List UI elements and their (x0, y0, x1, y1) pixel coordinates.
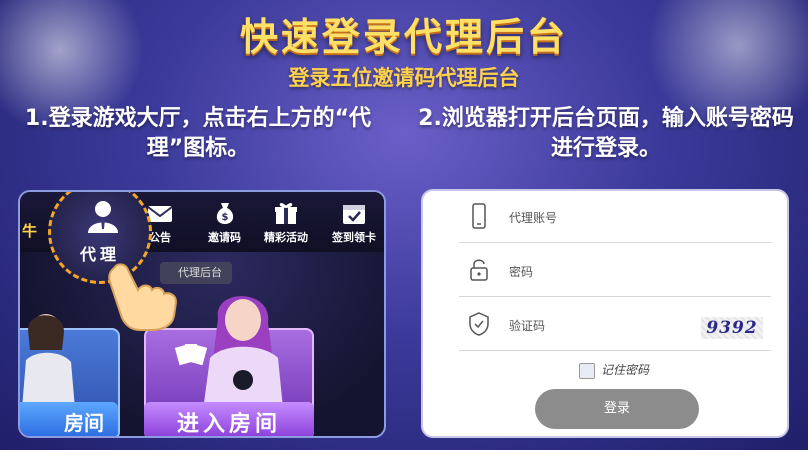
page-title: 快速登录代理后台 (239, 15, 568, 59)
checkin-menu-item[interactable]: 签到领卡 (332, 200, 376, 245)
events-menu-item[interactable]: 精彩活动 (264, 200, 308, 245)
captcha-field[interactable]: 验证码 9392 (459, 299, 771, 351)
login-button[interactable]: 登录 (535, 389, 699, 429)
lobby-edge-text: 牛 (22, 222, 38, 240)
agent-user-icon (88, 201, 118, 233)
calendar-check-icon (343, 205, 365, 224)
page-subtitle: 登录五位邀请码代理后台 (288, 66, 520, 90)
password-field[interactable]: 密码 (459, 245, 771, 297)
svg-text:$: $ (221, 212, 228, 223)
account-placeholder: 代理账号 (509, 211, 558, 225)
step-one-instruction: 1.登录游戏大厅，点击右上方的“代理”图标。 (24, 106, 372, 161)
lock-icon (470, 259, 488, 281)
account-field[interactable]: 代理账号 (459, 191, 771, 243)
step-two-instruction: 2.浏览器打开后台页面，输入账号密码进行登录。 (418, 106, 794, 161)
shield-check-icon (469, 312, 489, 336)
captcha-placeholder: 验证码 (509, 319, 546, 333)
enter-room-left-button[interactable]: 房间 (20, 402, 118, 436)
remember-password[interactable]: 记住密码 (579, 361, 649, 379)
captcha-image[interactable]: 9392 (701, 317, 763, 339)
game-lobby-preview: 牛 公告 $ 邀请码 精彩活动 签到领卡 代理后台 房间 进入房间 代理 (18, 190, 386, 438)
invite-code-menu-item[interactable]: $ 邀请码 (208, 200, 241, 245)
playing-cards-icon (174, 344, 208, 366)
pointing-hand-icon (108, 263, 178, 331)
password-placeholder: 密码 (509, 265, 534, 279)
enter-room-right-button[interactable]: 进入房间 (144, 402, 314, 436)
gift-icon (275, 203, 297, 224)
phone-icon (472, 203, 486, 229)
remember-checkbox[interactable] (579, 362, 595, 379)
login-form: 代理账号 密码 验证码 9392 记住密码 登录 (421, 189, 789, 438)
money-bag-icon: $ (216, 203, 233, 224)
